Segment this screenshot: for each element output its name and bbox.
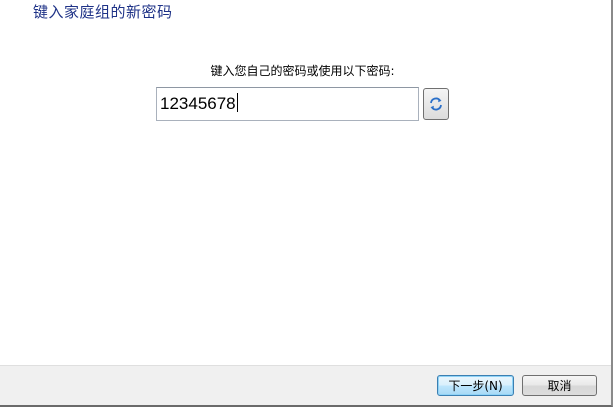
password-prompt-label: 键入您自己的密码或使用以下密码: xyxy=(210,64,395,78)
cancel-button[interactable]: 取消 xyxy=(522,375,597,396)
next-button[interactable]: 下一步(N) xyxy=(437,375,514,396)
text-caret xyxy=(236,93,238,112)
password-input[interactable]: 12345678 xyxy=(156,87,419,121)
refresh-icon xyxy=(428,96,444,112)
dialog-footer: 下一步(N) 取消 xyxy=(0,365,611,405)
refresh-password-button[interactable] xyxy=(423,88,449,120)
homegroup-password-dialog: 键入家庭组的新密码 键入您自己的密码或使用以下密码: 12345678 下一步(… xyxy=(0,0,613,407)
page-title: 键入家庭组的新密码 xyxy=(33,3,173,21)
password-input-value: 12345678 xyxy=(160,94,236,113)
